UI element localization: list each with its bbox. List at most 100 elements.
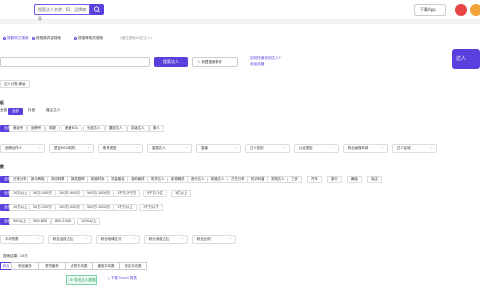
- category-chip-4[interactable]: 美食KOL: [61, 125, 83, 132]
- radio-2-label: 按视频内容搜索: [36, 36, 62, 40]
- audience-dropdown-0[interactable]: 平均赞数: [0, 235, 44, 244]
- fans-chip-6[interactable]: 5千万-1亿: [143, 190, 167, 197]
- tag-chip-17[interactable]: 旅行: [327, 176, 342, 183]
- radio-icon: [74, 36, 77, 40]
- sort-tab-1[interactable]: 粉丝最多: [11, 262, 39, 270]
- radio-3[interactable]: 按推荐相关搜索: [74, 36, 103, 41]
- fans-chip-5[interactable]: 1千万-5千万: [113, 190, 141, 197]
- save-search-label: 收藏搜索条件: [201, 60, 223, 64]
- price-chip-4[interactable]: 1200以上: [77, 218, 101, 225]
- sec1-tab-1[interactable]: 全部: [8, 108, 23, 115]
- radio-2[interactable]: 按视频内容搜索: [32, 36, 61, 41]
- likes-chip-3[interactable]: 100万-500万: [55, 204, 84, 211]
- tag-chip-5[interactable]: 颜值时尚: [87, 176, 109, 183]
- filter-dropdown-4[interactable]: 直播: [196, 144, 241, 153]
- audience-dropdown-3[interactable]: 粉丝消费占比: [144, 235, 188, 244]
- download-app-button[interactable]: 下载App: [414, 4, 446, 16]
- keyword-input[interactable]: [0, 57, 150, 67]
- filter-dropdown-8[interactable]: 达人区域: [392, 144, 437, 153]
- likes-chip-6[interactable]: 1千万以下: [139, 204, 163, 211]
- tag-chip-19[interactable]: 探店: [367, 176, 382, 183]
- category-chip-5[interactable]: 头部达人: [83, 125, 105, 132]
- download-report-label: 下载 Excel 报表: [110, 276, 137, 280]
- tag-chip-18[interactable]: 舞蹈: [347, 176, 362, 183]
- filter-dropdown-6[interactable]: 认证类型: [294, 144, 339, 153]
- filter-panel: 按影响力搜索 按视频内容搜索 按推荐相关搜索 (通过搜索ID定达人) 搜索达人 …: [0, 24, 480, 300]
- radio-1[interactable]: 按影响力搜索: [3, 36, 29, 41]
- search-input[interactable]: 搜索达人名称、ID、品牌商家: [34, 4, 90, 21]
- search-button[interactable]: [90, 4, 104, 15]
- category-chip-3[interactable]: 母婴: [45, 125, 60, 132]
- filter-dropdown-7[interactable]: 粉丝画像年龄: [343, 144, 388, 153]
- category-chip-6[interactable]: 腰部达人: [105, 125, 127, 132]
- tag-chip-2[interactable]: 新手教程: [27, 176, 49, 183]
- tag-chip-4[interactable]: 搞笑剧情: [67, 176, 89, 183]
- filter-dropdown-2[interactable]: 账号类型: [98, 144, 143, 153]
- filter-dropdown-1[interactable]: 是否MCN机构: [49, 144, 94, 153]
- tag-chip-15[interactable]: 三农: [287, 176, 302, 183]
- fans-chip-2[interactable]: 50万-100万: [29, 190, 56, 197]
- tag-chip-16[interactable]: 汽车: [307, 176, 322, 183]
- search-icon: [93, 6, 100, 13]
- radio-icon: [3, 36, 6, 40]
- audience-dropdown-4[interactable]: 粉丝比例: [192, 235, 236, 244]
- radio-3-label: 按推荐相关搜索: [78, 36, 104, 40]
- download-report-link[interactable]: ⤓ 下载 Excel 报表: [108, 276, 137, 281]
- tag-chip-11[interactable]: 颜值达人: [207, 176, 229, 183]
- top-bar: 搜索达人名称、ID、品牌商家 下载App: [0, 0, 480, 21]
- price-chip-1[interactable]: 500以上: [9, 218, 31, 225]
- category-chip-2[interactable]: 品牌号: [27, 125, 46, 132]
- result-count: 搜索结果: 10万: [3, 254, 28, 258]
- likes-chip-2[interactable]: 50万-100万: [29, 204, 56, 211]
- tag-chip-3[interactable]: 测评种草: [47, 176, 69, 183]
- price-chip-2[interactable]: 500-800: [29, 218, 52, 225]
- likes-chip-5[interactable]: 1千万以上: [113, 204, 137, 211]
- category-chip-8[interactable]: 素人: [149, 125, 164, 132]
- sec1-tab-4[interactable]: 播主达人: [46, 108, 60, 113]
- likes-chip-4[interactable]: 500万-1000万: [83, 204, 115, 211]
- sec1-tab-0[interactable]: 全部: [0, 108, 7, 113]
- category-chip-7[interactable]: 初级达人: [127, 125, 149, 132]
- export-label: 导出达人数据: [74, 278, 96, 282]
- tag-chip-14[interactable]: 宠物达人: [267, 176, 289, 183]
- section-1-title: 板: [0, 100, 4, 105]
- filter-dropdown-0[interactable]: 品牌合作人: [0, 144, 45, 153]
- category-chip-1[interactable]: 美妆号: [9, 125, 28, 132]
- tag-chip-10[interactable]: 音乐达人: [187, 176, 209, 183]
- audience-dropdown-2[interactable]: 粉丝地域区分: [96, 235, 140, 244]
- star-icon: ☆: [197, 59, 201, 64]
- fans-chip-3[interactable]: 100万-500万: [55, 190, 84, 197]
- filter-dropdown-5[interactable]: 达人性别: [245, 144, 290, 153]
- radio-note: (通过搜索ID定达人): [120, 36, 152, 40]
- add-favorite-link[interactable]: 添加收藏: [250, 62, 264, 67]
- active-filter-tag[interactable]: 达人分类:美妆: [0, 80, 30, 88]
- price-chip-3[interactable]: 800-1200: [51, 218, 76, 225]
- user-avatar[interactable]: [470, 4, 480, 16]
- audience-dropdown-1[interactable]: 粉丝活跃占比: [48, 235, 92, 244]
- save-search-button[interactable]: ☆ 收藏搜索条件: [192, 57, 238, 67]
- fans-chip-7[interactable]: 1亿以上: [171, 190, 192, 197]
- mascot-banner: 达人: [452, 49, 480, 69]
- fans-chip-4[interactable]: 500万-1000万: [83, 190, 115, 197]
- sort-tab-5[interactable]: 评论平均数: [119, 262, 147, 270]
- section-2-title: 数: [0, 164, 4, 169]
- search-talent-button[interactable]: 搜索达人: [154, 57, 188, 67]
- help-link[interactable]: 如何快速找到达人?: [250, 56, 281, 61]
- sort-tab-3[interactable]: 点赞平均数: [65, 262, 93, 270]
- export-talent-button[interactable]: ⊕ 导出达人数据: [66, 275, 97, 285]
- plus-icon: ⊕: [70, 278, 74, 282]
- sort-tab-4[interactable]: 播放平均数: [92, 262, 120, 270]
- sort-tab-2[interactable]: 带货最多: [38, 262, 66, 270]
- tag-chip-8[interactable]: 带货达人: [147, 176, 169, 183]
- tag-chip-9[interactable]: 影视解说: [167, 176, 189, 183]
- tag-chip-12[interactable]: 才艺分享: [227, 176, 249, 183]
- radio-icon: [32, 36, 35, 40]
- tag-chip-7[interactable]: 涨粉最快: [127, 176, 149, 183]
- filter-dropdown-3[interactable]: 星图达人: [147, 144, 192, 153]
- tag-chip-6[interactable]: 流量最高: [107, 176, 129, 183]
- radio-1-label: 按影响力搜索: [7, 36, 29, 40]
- tag-chip-13[interactable]: 知识科普: [247, 176, 269, 183]
- sec1-tab-2[interactable]: 抖音: [28, 108, 35, 113]
- download-icon: ⤓: [108, 276, 110, 280]
- app-avatar[interactable]: [455, 4, 467, 16]
